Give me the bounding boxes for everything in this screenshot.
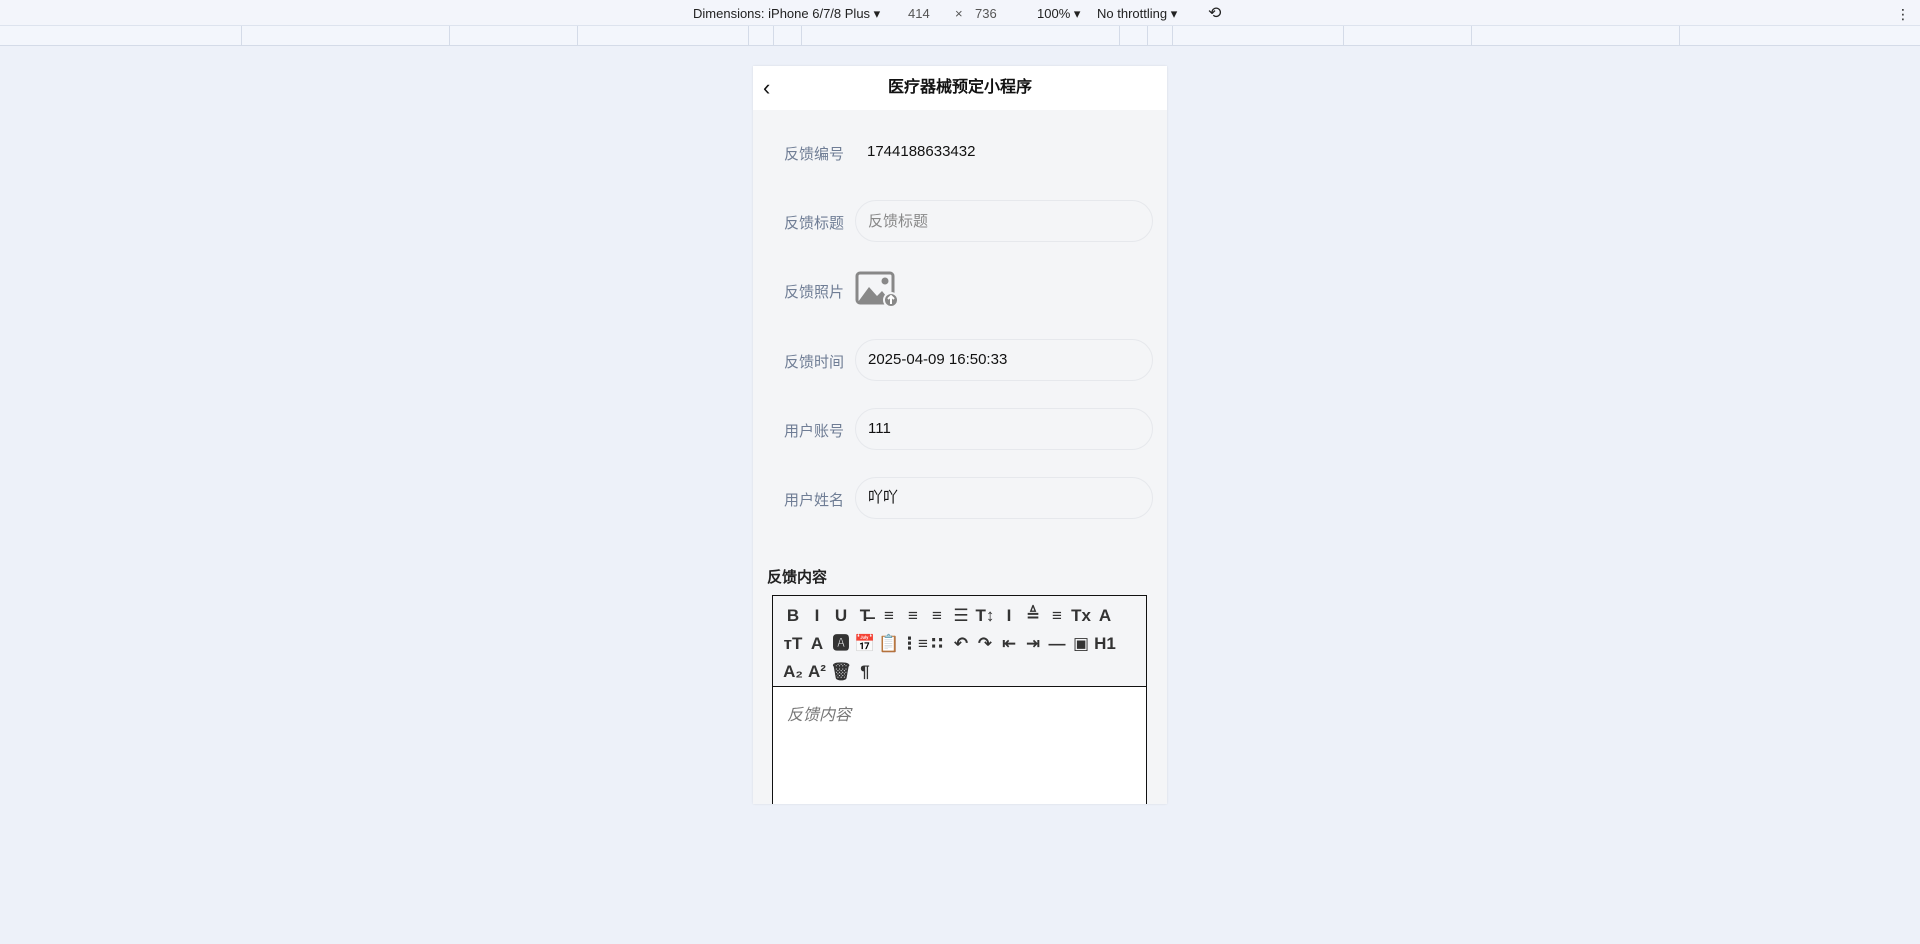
feedback-title-input[interactable] (855, 200, 1153, 242)
bullet-list-icon[interactable]: ∷ (925, 630, 949, 658)
font-size-icon[interactable]: ᴛT (781, 630, 805, 658)
user-name-input[interactable]: 吖吖 (855, 477, 1153, 519)
media-query-ruler[interactable] (0, 26, 1920, 46)
page-title: 医疗器械预定小程序 (887, 79, 1032, 96)
line-height-icon[interactable]: T↕ (973, 602, 997, 630)
feedback-photo-label: 反馈照片 (784, 284, 845, 301)
width-input[interactable]: 414 (908, 6, 930, 21)
feedback-time-label: 反馈时间 (784, 354, 845, 371)
margin-top-icon[interactable]: ≜ (1021, 602, 1045, 630)
background-color-icon[interactable]: 🅰 (829, 630, 853, 658)
feedback-id-row: 反馈编号 1744188633432 (753, 130, 1167, 174)
user-account-input[interactable]: 111 (855, 408, 1153, 450)
font-icon[interactable]: A (1093, 602, 1117, 630)
outdent-icon[interactable]: ⇤ (997, 630, 1021, 658)
feedback-photo-row: 反馈照片 (753, 268, 1167, 312)
user-account-row: 用户账号 111 (753, 407, 1167, 451)
image-icon[interactable]: ▣ (1069, 630, 1093, 658)
paragraph-icon[interactable]: ¶ (853, 658, 877, 686)
clear-icon[interactable]: 🗑 (829, 658, 853, 686)
italic-icon[interactable]: I (805, 602, 829, 630)
align-center-icon[interactable]: ≡ (901, 602, 925, 630)
rotate-icon[interactable]: ⟲ (1208, 3, 1221, 23)
feedback-id-value: 1744188633432 (867, 143, 976, 160)
user-name-row: 用户姓名 吖吖 (753, 476, 1167, 520)
zoom-select[interactable]: 100% ▾ (1037, 6, 1080, 22)
checklist-icon[interactable]: 📋 (877, 630, 901, 658)
redo-icon[interactable]: ↷ (973, 630, 997, 658)
feedback-time-row: 反馈时间 2025-04-09 16:50:33 (753, 338, 1167, 382)
superscript-icon[interactable]: A² (805, 658, 829, 686)
underline-icon[interactable]: U (829, 602, 853, 630)
throttling-select[interactable]: No throttling ▾ (1097, 6, 1177, 22)
phone-viewport: ‹ 医疗器械预定小程序 反馈编号 1744188633432 反馈标题 反馈照片… (753, 66, 1167, 804)
height-input[interactable]: 736 (975, 6, 997, 21)
undo-icon[interactable]: ↶ (949, 630, 973, 658)
date-icon[interactable]: 📅 (853, 630, 877, 658)
feedback-title-row: 反馈标题 (753, 199, 1167, 243)
strikethrough-icon[interactable]: T̶ (853, 602, 877, 630)
remove-format-icon[interactable]: Tx (1069, 602, 1093, 630)
subscript-icon[interactable]: A₂ (781, 658, 805, 686)
upload-image-icon[interactable] (855, 271, 899, 307)
margin-bottom-icon[interactable]: ≡ (1045, 602, 1069, 630)
rich-text-editor: B I U T̶ ≡ ≡ ≡ ☰ T↕ I ≜ ≡ Tx AᴛT A 🅰 📅 📋 ⋮≡ ∷ ↶ ↷ ⇤ ⇥ — ▣ H1 A₂ A² 🗑 ¶… (772, 595, 1147, 804)
back-icon[interactable]: ‹ (763, 66, 770, 110)
font-color-icon[interactable]: A (805, 630, 829, 658)
nav-header: ‹ 医疗器械预定小程序 (753, 66, 1167, 110)
editor-toolbar: B I U T̶ ≡ ≡ ≡ ☰ T↕ I ≜ ≡ Tx AᴛT A 🅰 📅 📋 ⋮≡ ∷ ↶ ↷ ⇤ ⇥ — ▣ H1 A₂ A² 🗑 ¶ (773, 596, 1146, 687)
feedback-title-label: 反馈标题 (784, 215, 845, 232)
align-right-icon[interactable]: ≡ (925, 602, 949, 630)
bold-icon[interactable]: B (781, 602, 805, 630)
more-options-icon[interactable]: ⋮ (1896, 6, 1910, 23)
user-name-label: 用户姓名 (784, 492, 845, 509)
align-left-icon[interactable]: ≡ (877, 602, 901, 630)
align-justify-icon[interactable]: ☰ (949, 602, 973, 630)
times-sign: × (955, 6, 963, 21)
user-account-label: 用户账号 (784, 423, 845, 440)
feedback-time-input[interactable]: 2025-04-09 16:50:33 (855, 339, 1153, 381)
feedback-content-label: 反馈内容 (767, 569, 828, 586)
heading-icon[interactable]: H1 (1093, 630, 1117, 658)
feedback-id-label: 反馈编号 (784, 146, 845, 163)
indent-icon[interactable]: ⇥ (1021, 630, 1045, 658)
devtools-device-toolbar: Dimensions: iPhone 6/7/8 Plus ▾ 414 × 73… (0, 0, 1920, 26)
feedback-content-editor[interactable]: 反馈内容 (773, 687, 1146, 739)
device-select[interactable]: Dimensions: iPhone 6/7/8 Plus ▾ (693, 6, 880, 22)
ordered-list-icon[interactable]: ⋮≡ (901, 630, 928, 658)
divider-icon[interactable]: — (1045, 630, 1069, 658)
letter-spacing-icon[interactable]: I (997, 602, 1021, 630)
